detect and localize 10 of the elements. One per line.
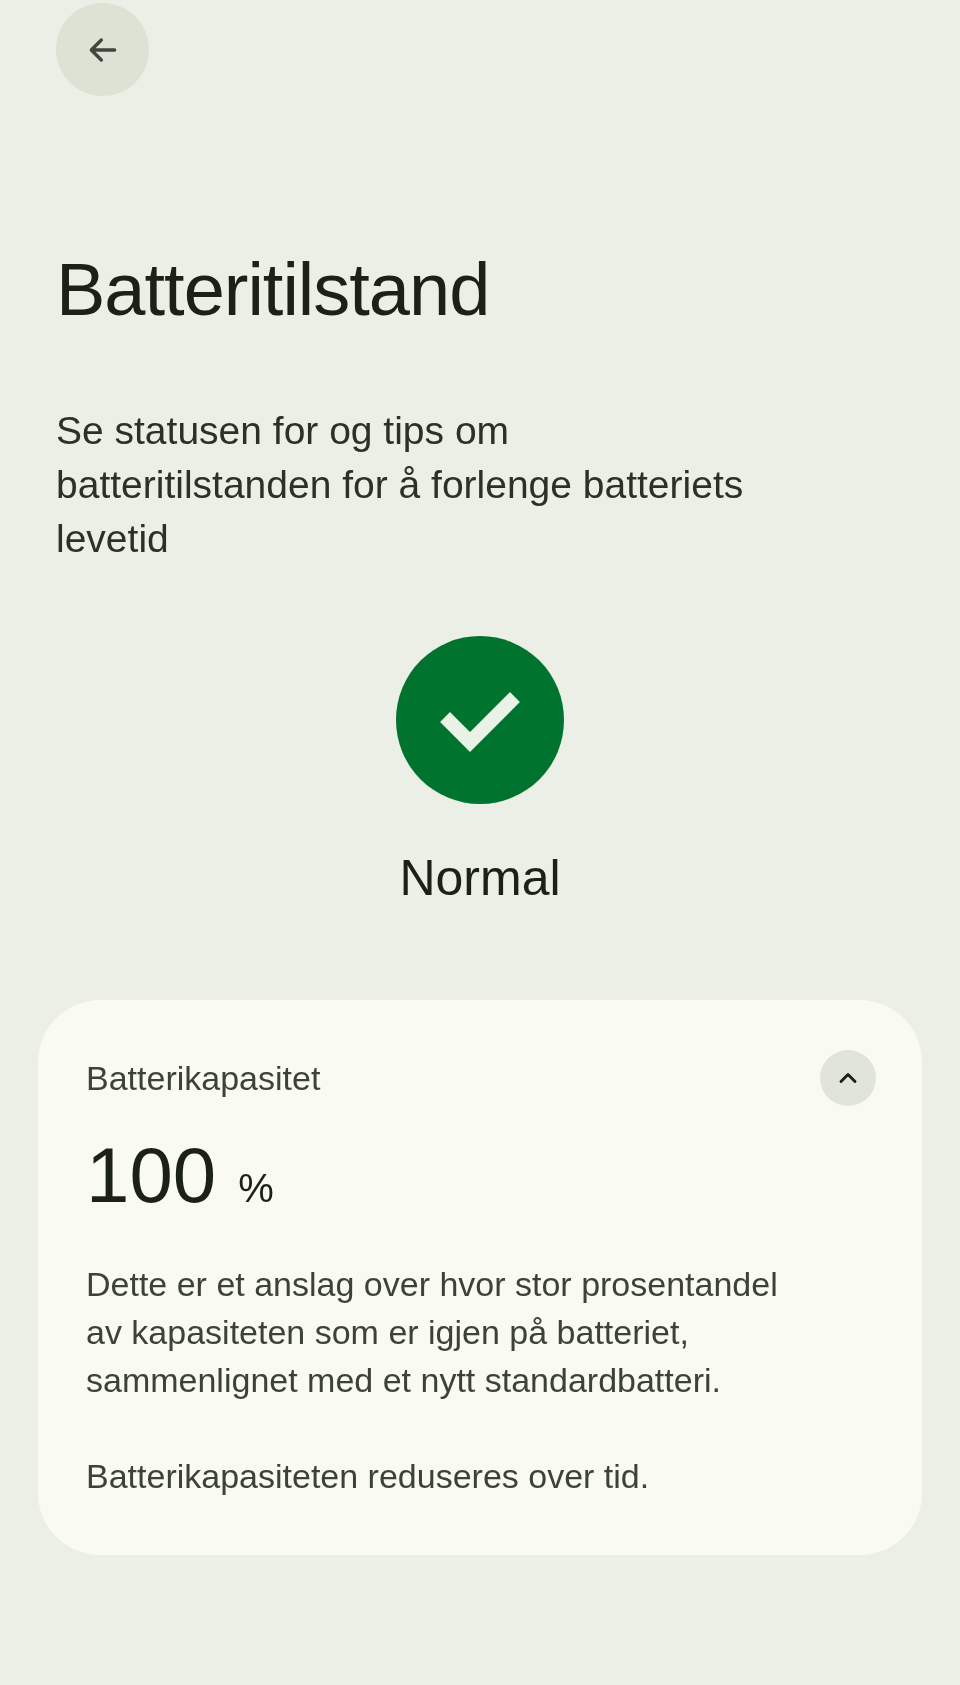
page-description: Se statusen for og tips om batteritilstanden for å forlenge batteriets levetid: [56, 408, 745, 562]
collapse-button[interactable]: [820, 1050, 876, 1106]
check-circle-icon: [396, 636, 564, 804]
capacity-value: 100: [86, 1130, 217, 1220]
card-paragraph: Batterikapasiteten reduseres over tid.: [86, 1456, 651, 1497]
capacity-unit: %: [238, 1165, 274, 1212]
card-title: Batterikapasitet: [86, 1058, 321, 1098]
page-title: Batteritilstand: [56, 247, 490, 333]
status-label: Normal: [399, 849, 561, 908]
card-paragraph: Dette er et anslag over hvor stor prosentandel av kapasiteten som er igjen på batteriet, sammenlignet med et nytt standardbatteri.: [86, 1264, 779, 1401]
